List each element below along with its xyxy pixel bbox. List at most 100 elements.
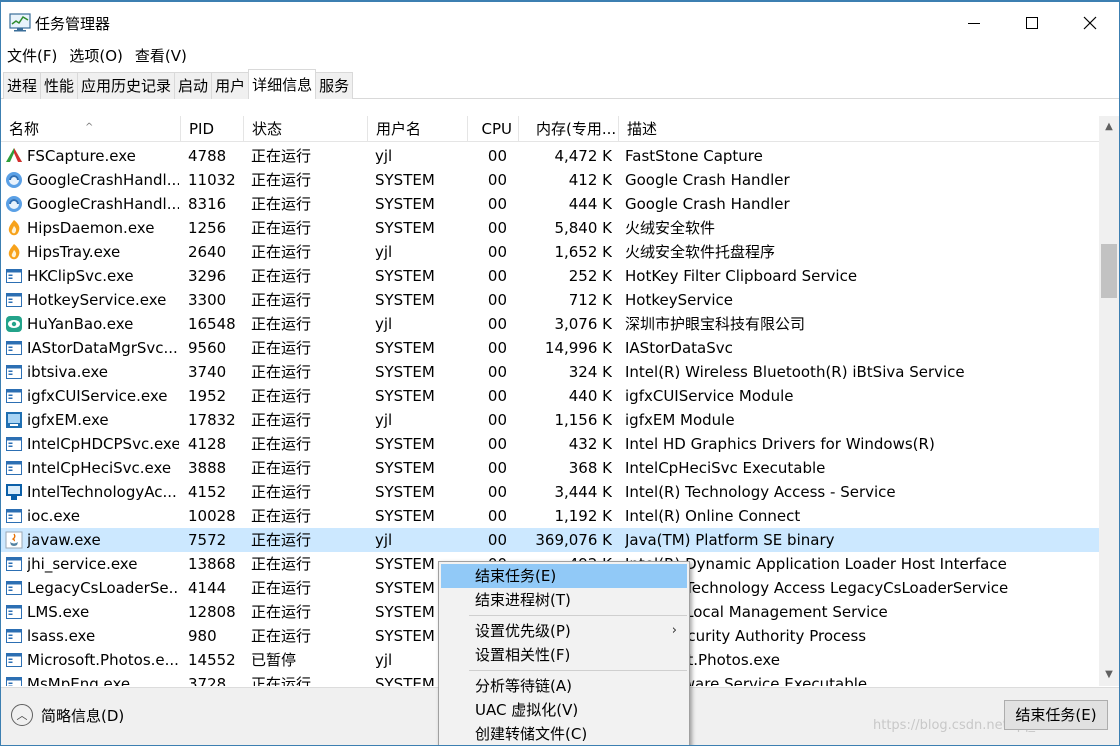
cell-status: 正在运行 [251,195,312,213]
ctx-analyze-wait-chain[interactable]: 分析等待链(A) [441,674,687,698]
table-row[interactable]: javaw.exe 7572 正在运行 yjl 00 369,076 K Java(TM) … [1,528,1099,552]
table-row[interactable]: FSCapture.exe 4788 正在运行 yjl 00 4,472 K FastSto… [1,144,1099,168]
cell-desc: Intel(R) Online Connect [625,507,801,525]
google-update-icon [6,172,22,188]
cell-name: HotkeyService.exe [27,291,167,309]
table-row[interactable]: GoogleCrashHandl... 11032 正在运行 SYSTEM 00 412 … [1,168,1099,192]
tab-startup[interactable]: 启动 [174,72,213,99]
cell-pid: 4128 [188,435,227,453]
cell-pid: 1952 [188,387,227,405]
scroll-up-icon[interactable]: ▲ [1099,116,1119,138]
cell-desc: Intel(R) Wireless Bluetooth(R) iBtSiva S… [625,363,965,381]
tab-details[interactable]: 详细信息 [248,69,317,99]
cell-mem: 1,652 K [554,243,612,261]
cell-user: SYSTEM [375,363,435,381]
cell-user: yjl [375,531,393,549]
cell-mem: 324 K [568,363,612,381]
cell-name: IntelTechnologyAc... [27,483,177,501]
cell-mem: 432 K [568,435,612,453]
fewer-details-button[interactable]: ︿ 简略信息(D) [11,704,124,726]
cell-mem: 14,996 K [544,339,612,357]
menu-options[interactable]: 选项(O) [63,44,129,68]
cell-cpu: 00 [487,435,507,453]
cell-desc: igfxCUIService Module [625,387,794,405]
window-icon [6,629,22,643]
cell-desc: Java(TM) Platform SE binary [625,531,835,549]
tab-processes[interactable]: 进程 [3,72,42,99]
end-task-button[interactable]: 结束任务(E) [1004,700,1108,730]
table-row[interactable]: HipsDaemon.exe 1256 正在运行 SYSTEM 00 5,840 K 火绒安… [1,216,1099,240]
tab-app-history[interactable]: 应用历史记录 [77,72,176,99]
cell-status: 正在运行 [251,555,312,573]
table-row[interactable]: GoogleCrashHandl... 8316 正在运行 SYSTEM 00 444 K… [1,192,1099,216]
intel-graphics-icon [6,412,22,428]
minimize-button[interactable] [945,2,1003,44]
table-row[interactable]: IntelCpHDCPSvc.exe 4128 正在运行 SYSTEM 00 432 K I… [1,432,1099,456]
column-header-pid[interactable]: PID [181,116,244,142]
cell-cpu: 00 [487,171,507,189]
context-menu-label: 设置相关性(F) [475,646,571,664]
scroll-thumb[interactable] [1101,244,1117,298]
menu-view[interactable]: 查看(V) [129,44,193,68]
tab-services[interactable]: 服务 [315,72,354,99]
column-header-user[interactable]: 用户名 [368,116,468,142]
maximize-button[interactable] [1003,2,1061,44]
cell-user: SYSTEM [375,195,435,213]
table-row[interactable]: HuYanBao.exe 16548 正在运行 yjl 00 3,076 K 深圳市护眼宝科… [1,312,1099,336]
menu-file[interactable]: 文件(F) [1,44,63,68]
cell-cpu: 00 [487,219,507,237]
vertical-scrollbar[interactable]: ▲ ▼ [1099,116,1119,686]
window-icon [6,581,22,595]
window-icon [6,653,22,667]
cell-user: SYSTEM [375,387,435,405]
column-header-name[interactable]: 名称 ^ [1,116,181,142]
cell-user: SYSTEM [375,219,435,237]
cell-name: igfxEM.exe [27,411,109,429]
cell-status: 正在运行 [251,171,312,189]
table-header: 名称 ^ PID 状态 用户名 CPU 内存(专用... 描述 [1,116,1099,142]
table-row[interactable]: IAStorDataMgrSvc.... 9560 正在运行 SYSTEM 00 14,9… [1,336,1099,360]
maximize-icon [1026,17,1038,29]
cell-name: FSCapture.exe [27,147,136,165]
context-menu-label: 分析等待链(A) [475,677,572,695]
minimize-icon [968,22,980,24]
cell-name: HKClipSvc.exe [27,267,134,285]
column-header-description[interactable]: 描述 [619,116,1099,142]
ctx-set-affinity[interactable]: 设置相关性(F) [441,643,687,667]
scroll-down-icon[interactable]: ▼ [1099,664,1119,686]
table-row[interactable]: ioc.exe 10028 正在运行 SYSTEM 00 1,192 K Intel(R) … [1,504,1099,528]
tab-users[interactable]: 用户 [211,72,250,99]
column-header-memory[interactable]: 内存(专用... [519,116,619,142]
table-row[interactable]: IntelTechnologyAc... 4152 正在运行 SYSTEM 00 3,44… [1,480,1099,504]
cell-pid: 1256 [188,219,227,237]
table-row[interactable]: igfxEM.exe 17832 正在运行 yjl 00 1,156 K igfxEM Mo… [1,408,1099,432]
table-row[interactable]: igfxCUIService.exe 1952 正在运行 SYSTEM 00 440 K i… [1,384,1099,408]
column-header-status[interactable]: 状态 [244,116,368,142]
ctx-create-dump[interactable]: 创建转储文件(C) [441,722,687,745]
cell-desc: igfxEM Module [625,411,735,429]
ctx-end-process-tree[interactable]: 结束进程树(T) [441,588,687,612]
close-button[interactable] [1061,2,1119,44]
cell-pid: 2640 [188,243,227,261]
table-row[interactable]: HipsTray.exe 2640 正在运行 yjl 00 1,652 K 火绒安全软件托盘… [1,240,1099,264]
ctx-uac-virtualization[interactable]: UAC 虚拟化(V) [441,698,687,722]
table-row[interactable]: HotkeyService.exe 3300 正在运行 SYSTEM 00 712 K Ho… [1,288,1099,312]
cell-name: IntelCpHeciSvc.exe [27,459,172,477]
cell-mem: 412 K [568,171,612,189]
cell-desc: FastStone Capture [625,147,763,165]
ctx-end-task[interactable]: 结束任务(E) [441,564,687,588]
table-row[interactable]: IntelCpHeciSvc.exe 3888 正在运行 SYSTEM 00 368 K I… [1,456,1099,480]
cell-cpu: 00 [487,411,507,429]
tab-performance[interactable]: 性能 [40,72,79,99]
title-bar: 任务管理器 [1,2,1119,44]
table-row[interactable]: ibtsiva.exe 3740 正在运行 SYSTEM 00 324 K Intel(R)… [1,360,1099,384]
column-header-cpu[interactable]: CPU [468,116,519,142]
ctx-set-priority[interactable]: 设置优先级(P) › [441,619,687,643]
cell-cpu: 00 [487,243,507,261]
fewer-details-label: 简略信息(D) [41,706,125,725]
table-row[interactable]: HKClipSvc.exe 3296 正在运行 SYSTEM 00 252 K HotKey… [1,264,1099,288]
cell-name: IntelCpHDCPSvc.exe [27,435,179,453]
cell-cpu: 00 [487,387,507,405]
cell-cpu: 00 [487,483,507,501]
context-menu-label: 结束任务(E) [475,567,557,585]
